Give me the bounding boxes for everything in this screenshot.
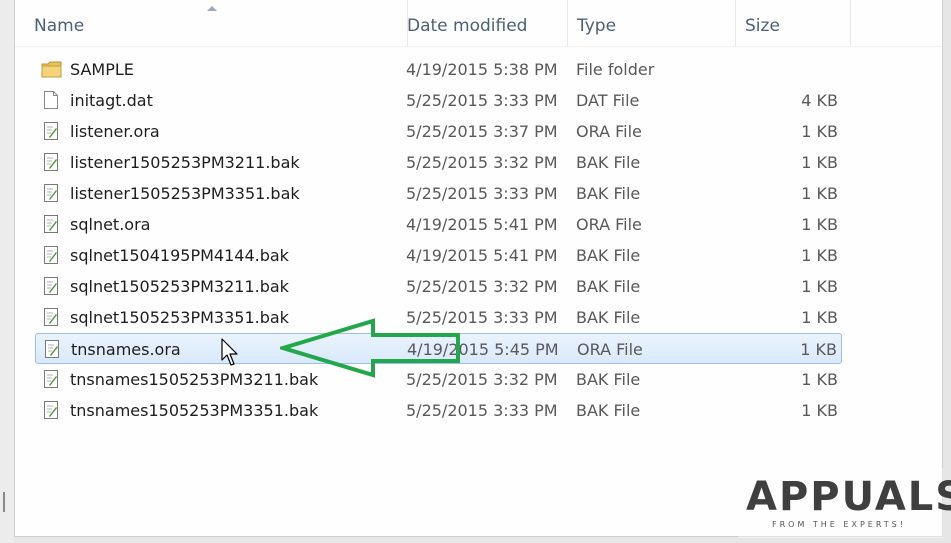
appuals-watermark: APPUALS FROM THE EXPERTS! <box>738 468 951 538</box>
edit-file-icon <box>41 178 61 209</box>
left-edge-mark <box>3 492 5 512</box>
file-name: tnsnames1505253PM3351.bak <box>70 401 319 420</box>
file-date-modified: 5/25/2015 3:33 PM <box>406 401 558 420</box>
column-header-name-label: Name <box>34 16 85 36</box>
file-row[interactable]: sqlnet.ora 4/19/2015 5:41 PM ORA File 1 KB <box>35 209 842 240</box>
edit-file-icon <box>41 147 61 178</box>
file-row[interactable]: listener.ora 5/25/2015 3:37 PM ORA File 1 K… <box>35 116 842 147</box>
column-header-size-label: Size <box>745 16 780 36</box>
file-type: BAK File <box>576 401 641 420</box>
file-date-modified: 5/25/2015 3:33 PM <box>406 91 558 110</box>
file-date-modified: 5/25/2015 3:32 PM <box>406 153 558 172</box>
file-size: 1 KB <box>801 370 838 389</box>
file-name: sqlnet1505253PM3211.bak <box>70 277 289 296</box>
sort-ascending-icon <box>207 6 217 11</box>
file-name: SAMPLE <box>70 60 134 79</box>
file-type: ORA File <box>577 340 643 359</box>
file-name: listener.ora <box>70 122 160 141</box>
file-size: 1 KB <box>801 277 838 296</box>
file-type: ORA File <box>576 215 642 234</box>
file-row[interactable]: sqlnet1505253PM3211.bak 5/25/2015 3:32 PM… <box>35 271 842 302</box>
file-type: DAT File <box>576 91 640 110</box>
file-name: listener1505253PM3351.bak <box>70 184 300 203</box>
file-row[interactable]: sqlnet1504195PM4144.bak 4/19/2015 5:41 PM… <box>35 240 842 271</box>
file-row[interactable]: tnsnames1505253PM3351.bak 5/25/2015 3:33 … <box>35 395 842 426</box>
file-name: listener1505253PM3211.bak <box>70 153 300 172</box>
column-header-type[interactable]: Type <box>568 0 736 46</box>
file-type: BAK File <box>576 246 641 265</box>
left-edge-strip <box>0 0 14 543</box>
edit-file-icon <box>41 364 61 395</box>
file-type: BAK File <box>576 370 641 389</box>
file-date-modified: 5/25/2015 3:33 PM <box>406 184 558 203</box>
file-type: BAK File <box>576 184 641 203</box>
file-name: sqlnet1505253PM3351.bak <box>70 308 289 327</box>
file-row[interactable]: listener1505253PM3351.bak 5/25/2015 3:33 … <box>35 178 842 209</box>
green-arrow-annotation <box>280 318 460 378</box>
file-name: sqlnet.ora <box>70 215 151 234</box>
file-size: 1 KB <box>801 153 838 172</box>
column-header-date[interactable]: Date modified <box>398 0 568 46</box>
file-type: BAK File <box>576 153 641 172</box>
edit-file-icon <box>41 209 61 240</box>
file-date-modified: 4/19/2015 5:41 PM <box>406 215 558 234</box>
file-size: 1 KB <box>801 215 838 234</box>
file-type: File folder <box>576 60 655 79</box>
file-type: BAK File <box>576 308 641 327</box>
file-size: 1 KB <box>801 308 838 327</box>
column-header-type-label: Type <box>577 16 617 36</box>
mouse-pointer-icon <box>221 338 238 366</box>
file-type: ORA File <box>576 122 642 141</box>
file-row[interactable]: listener1505253PM3211.bak 5/25/2015 3:32 … <box>35 147 842 178</box>
file-name: tnsnames.ora <box>71 340 181 359</box>
column-header-bar: Name Date modified Type Size <box>15 0 942 47</box>
file-date-modified: 4/19/2015 5:41 PM <box>406 246 558 265</box>
watermark-tagline: FROM THE EXPERTS! <box>772 520 906 529</box>
edit-file-icon <box>42 334 62 365</box>
file-row[interactable]: SAMPLE 4/19/2015 5:38 PM File folder <box>35 54 842 85</box>
column-header-date-label: Date modified <box>407 16 528 36</box>
document-icon <box>41 85 61 116</box>
file-date-modified: 5/25/2015 3:32 PM <box>406 277 558 296</box>
file-type: BAK File <box>576 277 641 296</box>
file-size: 1 KB <box>800 340 837 359</box>
edit-file-icon <box>41 395 61 426</box>
edit-file-icon <box>41 240 61 271</box>
file-size: 1 KB <box>801 184 838 203</box>
file-date-modified: 5/25/2015 3:37 PM <box>406 122 558 141</box>
edit-file-icon <box>41 116 61 147</box>
file-row[interactable]: initagt.dat 5/25/2015 3:33 PM DAT File 4 KB <box>35 85 842 116</box>
file-date-modified: 4/19/2015 5:38 PM <box>406 60 558 79</box>
file-size: 1 KB <box>801 401 838 420</box>
file-size: 1 KB <box>801 246 838 265</box>
edit-file-icon <box>41 302 61 333</box>
file-name: initagt.dat <box>70 91 153 110</box>
file-explorer-list: Name Date modified Type Size SAMPLE 4/19/… <box>14 0 943 537</box>
column-header-size[interactable]: Size <box>736 0 851 46</box>
folder-icon <box>41 54 62 85</box>
file-size: 4 KB <box>801 91 838 110</box>
watermark-brand: APPUALS <box>746 474 951 520</box>
edit-file-icon <box>41 271 61 302</box>
file-name: sqlnet1504195PM4144.bak <box>70 246 289 265</box>
file-size: 1 KB <box>801 122 838 141</box>
